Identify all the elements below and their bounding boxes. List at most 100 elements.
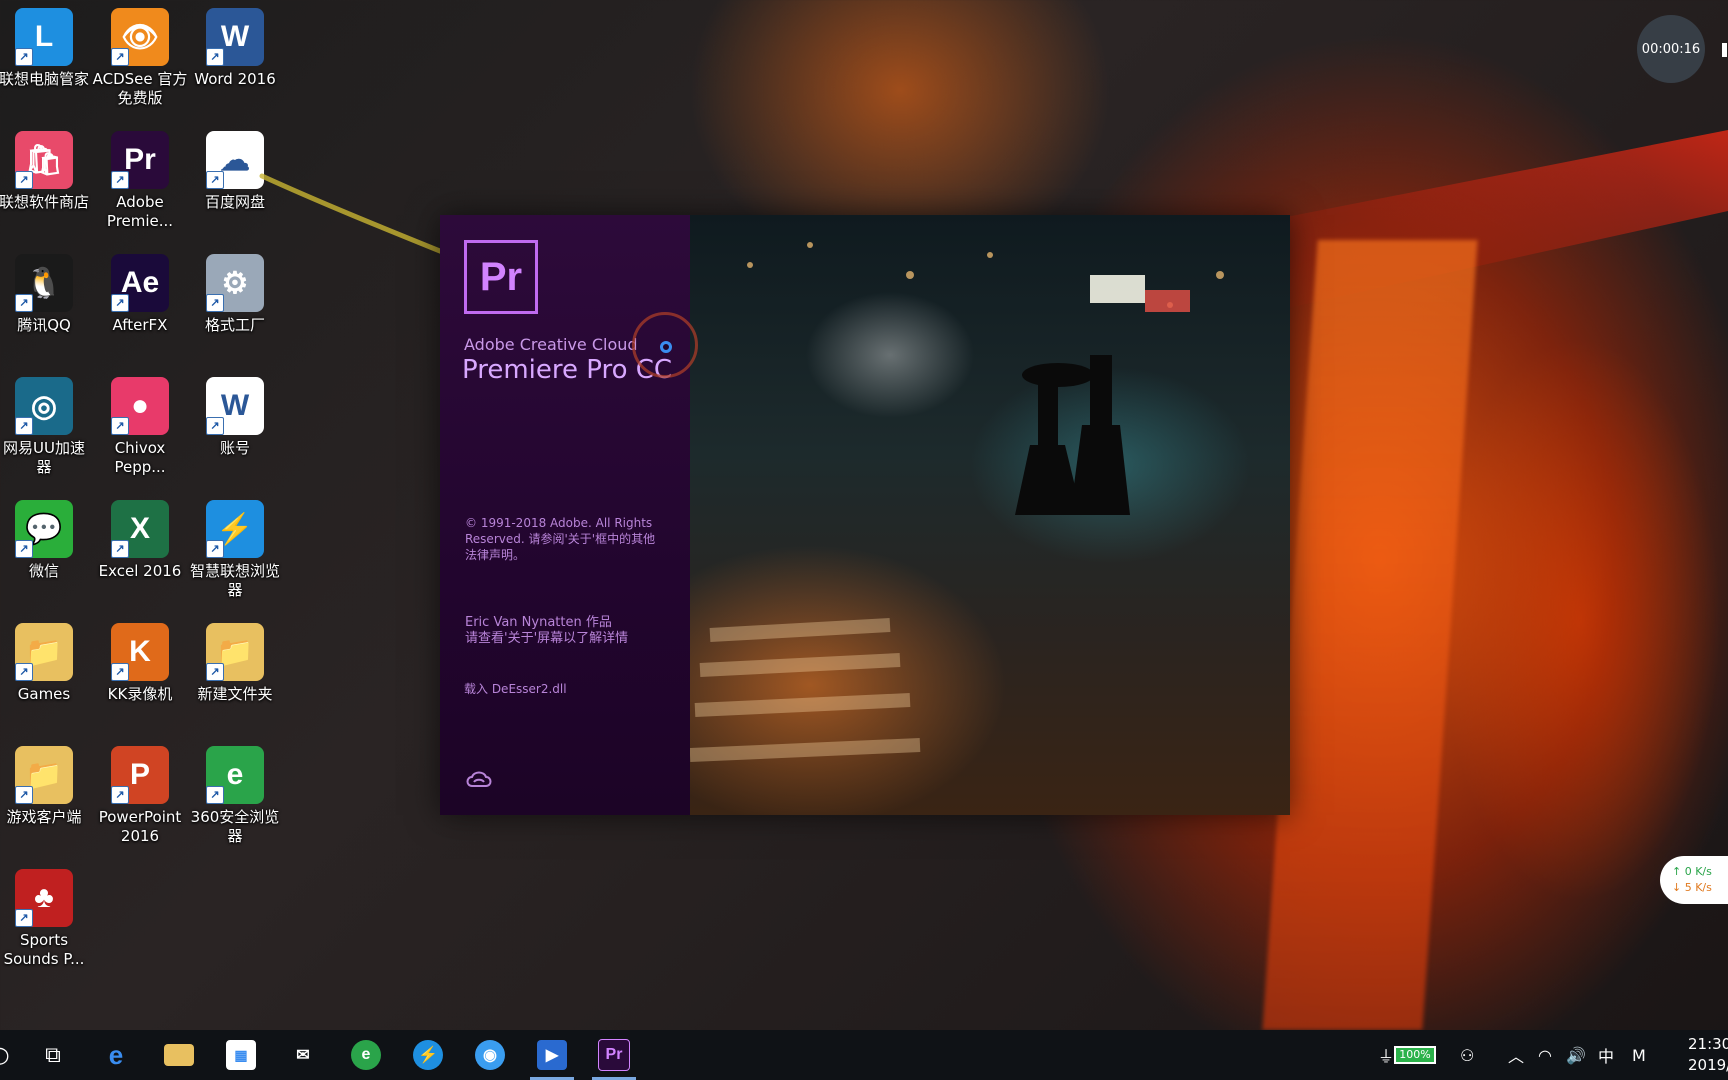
taskbar-360-browser[interactable]: e <box>338 1030 394 1080</box>
system-clock[interactable]: 21:30 2019/2 <box>1688 1034 1728 1076</box>
desktop-icon-label: Games <box>17 685 71 703</box>
clock-date: 2019/2 <box>1688 1056 1728 1074</box>
desktop-icon-image: Ae ↗ <box>111 254 169 312</box>
desktop-icon[interactable]: e ↗ 360安全浏览器 <box>187 746 283 846</box>
desktop-icon-image: ☁ ↗ <box>206 131 264 189</box>
volume-icon[interactable]: 🔊 <box>1566 1030 1586 1080</box>
loading-status: 载入 DeEsser2.dll <box>464 682 567 696</box>
network-speed-widget[interactable]: ↑ 0 K/s ↓ 5 K/s <box>1660 856 1728 904</box>
desktop-icon[interactable]: ⚙ ↗ 格式工厂 <box>187 254 283 335</box>
ime-mode-indicator[interactable]: M <box>1632 1030 1646 1080</box>
desktop-icon[interactable]: ◎ ↗ 网易UU加速器 <box>0 377 92 477</box>
desktop-icon-label: 新建文件夹 <box>197 685 273 703</box>
desktop-icon-label: 游戏客户端 <box>6 808 82 826</box>
taskbar-edge[interactable]: e <box>88 1030 144 1080</box>
desktop-icon-label: 百度网盘 <box>204 193 265 211</box>
desktop-icon-image: X ↗ <box>111 500 169 558</box>
desktop-icon[interactable]: 🛍 ↗ 联想软件商店 <box>0 131 92 212</box>
start-button[interactable]: ○ <box>0 1030 28 1080</box>
folder-icon <box>164 1044 194 1066</box>
wifi-icon[interactable]: ◠ <box>1538 1030 1552 1080</box>
browser-360-icon: e <box>351 1040 381 1070</box>
desktop-icon-label: 格式工厂 <box>204 316 265 334</box>
clock-time: 21:30 <box>1688 1035 1728 1053</box>
shortcut-arrow-icon: ↗ <box>111 540 129 558</box>
taskbar-lenovo-manager[interactable]: ◉ <box>462 1030 518 1080</box>
taskbar-file-explorer[interactable] <box>151 1030 207 1080</box>
desktop-icon[interactable]: W ↗ 账号 <box>187 377 283 458</box>
creative-cloud-icon <box>464 768 492 790</box>
brand-line-1: Adobe Creative Cloud <box>464 335 638 354</box>
splash-photo <box>690 215 1290 815</box>
store-icon: ▦ <box>226 1040 256 1070</box>
desktop-icon[interactable]: 📁 ↗ 新建文件夹 <box>187 623 283 704</box>
tray-expand-icon[interactable]: ︿ <box>1508 1030 1524 1080</box>
shortcut-arrow-icon: ↗ <box>206 663 224 681</box>
taskbar-lenovo-browser[interactable]: ⚡ <box>400 1030 456 1080</box>
shortcut-arrow-icon: ↗ <box>111 48 129 66</box>
taskbar-premiere[interactable]: Pr <box>586 1030 642 1080</box>
task-view-button[interactable]: ⧉ <box>25 1030 81 1080</box>
desktop-icon-image: L ↗ <box>15 8 73 66</box>
shortcut-arrow-icon: ↗ <box>111 663 129 681</box>
desktop-icon-label: 网易UU加速器 <box>3 439 85 476</box>
desktop-icon[interactable]: X ↗ Excel 2016 <box>92 500 188 581</box>
shortcut-arrow-icon: ↗ <box>206 417 224 435</box>
desktop-icon-label: ACDSee 官方免费版 <box>92 70 188 107</box>
credits-line-2: 请查看'关于'屏幕以了解详情 <box>465 631 629 646</box>
desktop-icon-label: Excel 2016 <box>98 562 182 580</box>
shortcut-arrow-icon: ↗ <box>15 294 33 312</box>
taskbar-recorder[interactable]: ▶ <box>524 1030 580 1080</box>
desktop-icon-label: 联想电脑管家 <box>0 70 89 88</box>
taskbar-mail[interactable]: ✉ <box>275 1030 331 1080</box>
desktop-icon-image: W ↗ <box>206 8 264 66</box>
credits-text: Eric Van Nynatten 作品 请查看'关于'屏幕以了解详情 <box>465 615 675 647</box>
desktop-icon[interactable]: Pr ↗ Adobe Premie... <box>92 131 188 231</box>
desktop-icon-label: Word 2016 <box>194 70 276 88</box>
desktop-icon[interactable]: 📁 ↗ 游戏客户端 <box>0 746 92 827</box>
desktop-icon[interactable]: K ↗ KK录像机 <box>92 623 188 704</box>
desktop-icon[interactable]: ● ↗ Chivox Pepp... <box>92 377 188 477</box>
recording-timer[interactable]: 00:00:16 <box>1637 15 1705 83</box>
desktop-icon[interactable]: 📁 ↗ Games <box>0 623 92 704</box>
battery-indicator[interactable]: 100% <box>1394 1046 1436 1064</box>
desktop-icon-image: ● ↗ <box>111 377 169 435</box>
desktop-icon-label: PowerPoint 2016 <box>98 808 182 845</box>
desktop-icon[interactable]: 👁 ↗ ACDSee 官方免费版 <box>92 8 188 108</box>
desktop-icon[interactable]: L ↗ 联想电脑管家 <box>0 8 92 89</box>
desktop-icon[interactable]: 💬 ↗ 微信 <box>0 500 92 581</box>
taskbar-store[interactable]: ▦ <box>213 1030 269 1080</box>
desktop-icon[interactable]: ♣ ↗ Sports Sounds P... <box>0 869 92 969</box>
desktop-icon[interactable]: P ↗ PowerPoint 2016 <box>92 746 188 846</box>
shortcut-arrow-icon: ↗ <box>15 909 33 927</box>
shortcut-arrow-icon: ↗ <box>111 786 129 804</box>
desktop-icon-label: 360安全浏览器 <box>190 808 280 845</box>
desktop-icon-image: ◎ ↗ <box>15 377 73 435</box>
desktop-icon[interactable]: 🐧 ↗ 腾讯QQ <box>0 254 92 335</box>
mail-icon: ✉ <box>296 1047 310 1064</box>
ime-indicator[interactable]: 中 <box>1598 1030 1614 1080</box>
people-icon[interactable]: ⚇ <box>1460 1030 1474 1080</box>
power-plug-icon[interactable]: ⏚ <box>1378 1030 1394 1080</box>
shortcut-arrow-icon: ↗ <box>111 171 129 189</box>
shortcut-arrow-icon: ↗ <box>206 540 224 558</box>
desktop-icon-label: Sports Sounds P... <box>3 931 85 968</box>
shortcut-arrow-icon: ↗ <box>206 48 224 66</box>
desktop-icon-label: 账号 <box>219 439 250 457</box>
recording-stop-bar[interactable] <box>1722 43 1727 57</box>
desktop-icon[interactable]: W ↗ Word 2016 <box>187 8 283 89</box>
shortcut-arrow-icon: ↗ <box>15 171 33 189</box>
shortcut-arrow-icon: ↗ <box>206 294 224 312</box>
shortcut-arrow-icon: ↗ <box>111 294 129 312</box>
desktop-icon[interactable]: Ae ↗ AfterFX <box>92 254 188 335</box>
desktop-icon-image: 📁 ↗ <box>206 623 264 681</box>
start-icon: ○ <box>0 1043 10 1068</box>
desktop-icon-label: KK录像机 <box>107 685 173 703</box>
screen-recorder-icon: ▶ <box>537 1040 567 1070</box>
desktop-icon[interactable]: ☁ ↗ 百度网盘 <box>187 131 283 212</box>
desktop-icon-image: 📁 ↗ <box>15 746 73 804</box>
desktop-icon[interactable]: ⚡ ↗ 智慧联想浏览器 <box>187 500 283 600</box>
desktop-icon-image: W ↗ <box>206 377 264 435</box>
desktop-icon-label: 联想软件商店 <box>0 193 89 211</box>
desktop-icon-image: ⚡ ↗ <box>206 500 264 558</box>
